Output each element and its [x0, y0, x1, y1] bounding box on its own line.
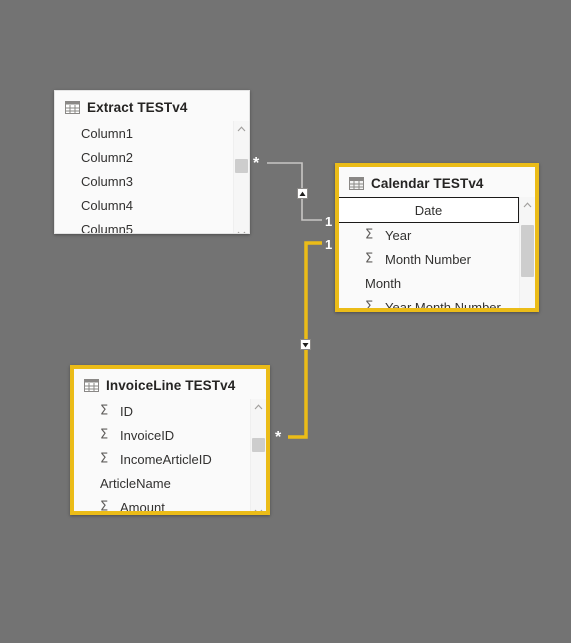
- cardinality-marker-extract-to-calendar-many: *: [253, 155, 260, 172]
- table-icon: [65, 101, 80, 114]
- field-area-extract: Column1 Column2 Column3 Column4 Column5: [55, 121, 249, 234]
- table-header-extract[interactable]: Extract TESTv4: [55, 91, 249, 121]
- field-name: Column1: [81, 125, 134, 141]
- sigma-icon: Σ: [365, 227, 374, 243]
- field-row[interactable]: Σ IncomeArticleID: [74, 447, 250, 471]
- sigma-icon: Σ: [100, 427, 109, 443]
- chevron-down-icon[interactable]: [251, 505, 266, 511]
- cross-filter-direction-arrow-invoiceline-to-calendar[interactable]: [300, 339, 311, 350]
- field-row[interactable]: Σ Month Number: [339, 247, 519, 271]
- cardinality-marker-extract-to-calendar-one: 1: [325, 214, 333, 229]
- field-area-calendar: Date Σ Year Σ Month Number Month Σ Year Month N…: [339, 197, 535, 312]
- field-name: Month Number: [385, 251, 471, 267]
- chevron-up-icon[interactable]: [251, 400, 266, 413]
- field-name: Column4: [81, 197, 134, 213]
- field-row[interactable]: Date: [339, 197, 519, 223]
- field-row[interactable]: Column1: [55, 121, 233, 145]
- cross-filter-direction-arrow-extract-to-calendar[interactable]: [297, 188, 308, 199]
- field-list-calendar: Date Σ Year Σ Month Number Month Σ Year Month N…: [339, 197, 519, 312]
- scrollbar-thumb[interactable]: [521, 225, 534, 277]
- sigma-icon: Σ: [365, 299, 374, 312]
- table-title-extract: Extract TESTv4: [87, 100, 188, 115]
- field-row[interactable]: Month: [339, 271, 519, 295]
- field-row[interactable]: Σ ID: [74, 399, 250, 423]
- field-name: ArticleName: [100, 475, 171, 491]
- vertical-scrollbar-calendar[interactable]: [519, 197, 535, 308]
- sigma-icon: Σ: [100, 451, 109, 467]
- cardinality-marker-invoiceline-to-calendar-many: *: [275, 429, 282, 446]
- table-header-invoiceline[interactable]: InvoiceLine TESTv4: [74, 369, 266, 399]
- field-row[interactable]: ArticleName: [74, 471, 250, 495]
- field-row[interactable]: Column3: [55, 169, 233, 193]
- scrollbar-thumb[interactable]: [252, 438, 265, 452]
- sigma-icon: Σ: [100, 403, 109, 419]
- field-area-invoiceline: Σ ID Σ InvoiceID Σ IncomeArticleID ArticleName…: [74, 399, 266, 515]
- table-card-invoiceline[interactable]: InvoiceLine TESTv4 Σ ID Σ InvoiceID Σ IncomeAr…: [70, 365, 270, 515]
- vertical-scrollbar-invoiceline[interactable]: [250, 399, 266, 511]
- field-name: Date: [414, 202, 443, 218]
- chevron-down-icon[interactable]: [520, 305, 535, 308]
- chevron-down-icon[interactable]: [234, 227, 249, 233]
- field-row[interactable]: Σ Amount: [74, 495, 250, 515]
- table-header-calendar[interactable]: Calendar TESTv4: [339, 167, 535, 197]
- cardinality-marker-invoiceline-to-calendar-one: 1: [325, 237, 333, 252]
- field-name: IncomeArticleID: [120, 451, 212, 467]
- sigma-icon: Σ: [100, 499, 109, 515]
- relationship-line-extract-to-calendar[interactable]: [267, 162, 322, 221]
- field-row[interactable]: Column2: [55, 145, 233, 169]
- field-name: InvoiceID: [120, 427, 175, 443]
- field-row[interactable]: Σ Year: [339, 223, 519, 247]
- model-view-canvas[interactable]: * 1 * 1 Extract TESTv4 Column1 Column2 Column3…: [0, 0, 571, 643]
- field-name: Column3: [81, 173, 134, 189]
- field-row[interactable]: Column4: [55, 193, 233, 217]
- scrollbar-thumb[interactable]: [235, 159, 248, 173]
- table-card-extract[interactable]: Extract TESTv4 Column1 Column2 Column3 Colum…: [54, 90, 250, 234]
- sigma-icon: Σ: [365, 251, 374, 267]
- field-row[interactable]: Column5: [55, 217, 233, 234]
- field-row[interactable]: Σ Year Month Number: [339, 295, 519, 312]
- table-card-calendar[interactable]: Calendar TESTv4 Date Σ Year Σ Month Number Mon…: [335, 163, 539, 312]
- table-title-invoiceline: InvoiceLine TESTv4: [106, 378, 236, 393]
- table-title-calendar: Calendar TESTv4: [371, 176, 484, 191]
- field-name: Column5: [81, 221, 134, 234]
- table-icon: [84, 379, 99, 392]
- field-name: Month: [365, 275, 402, 291]
- field-name: Year Month Number: [385, 299, 501, 312]
- calendar-table-icon: [349, 177, 364, 190]
- field-name: Column2: [81, 149, 134, 165]
- field-list-invoiceline: Σ ID Σ InvoiceID Σ IncomeArticleID ArticleName…: [74, 399, 250, 515]
- field-row[interactable]: Σ InvoiceID: [74, 423, 250, 447]
- field-name: Amount: [120, 499, 165, 515]
- chevron-up-icon[interactable]: [234, 122, 249, 135]
- chevron-up-icon[interactable]: [520, 198, 535, 211]
- field-list-extract: Column1 Column2 Column3 Column4 Column5: [55, 121, 233, 234]
- vertical-scrollbar-extract[interactable]: [233, 121, 249, 233]
